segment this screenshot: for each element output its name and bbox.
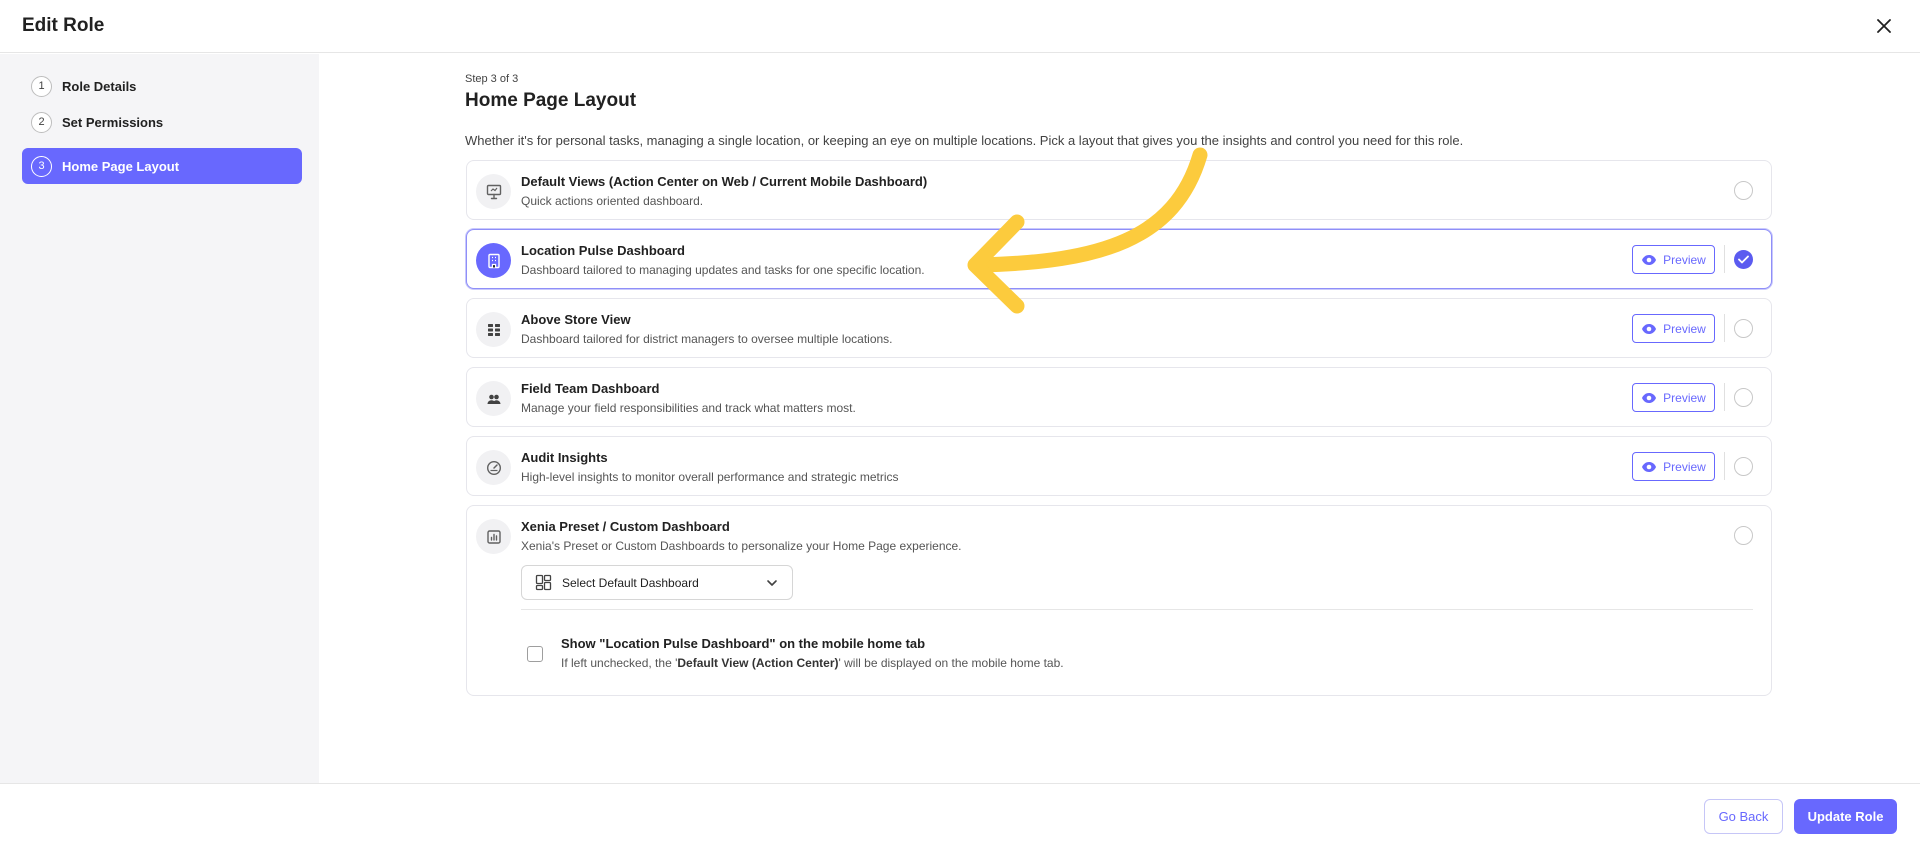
step-role-details[interactable]: 1 Role Details (22, 68, 302, 104)
step-number: 1 (31, 75, 52, 97)
building-icon (476, 243, 511, 278)
option-radio[interactable] (1734, 526, 1753, 545)
modal-header: Edit Role (0, 0, 1920, 53)
divider (1724, 314, 1725, 342)
layout-option-audit-insights[interactable]: Audit Insights High-level insights to mo… (466, 436, 1772, 496)
steps-sidebar: 1 Role Details 2 Set Permissions 3 Home … (0, 54, 319, 783)
option-radio[interactable] (1734, 457, 1753, 476)
team-icon (476, 381, 511, 416)
step-number: 2 (31, 111, 52, 133)
preview-button[interactable]: Preview (1632, 452, 1715, 481)
dashboard-icon (535, 574, 552, 591)
presentation-board-icon (476, 174, 511, 209)
preview-label: Preview (1663, 252, 1706, 267)
step-number: 3 (31, 155, 52, 177)
modal-title: Edit Role (22, 15, 105, 36)
step-label: Set Permissions (62, 114, 164, 130)
divider (1724, 452, 1725, 480)
chevron-down-icon (767, 580, 777, 586)
option-radio[interactable] (1734, 319, 1753, 338)
eye-icon (1642, 323, 1657, 334)
gauge-icon (476, 450, 511, 485)
mobile-checkbox-hint: If left unchecked, the 'Default View (Ac… (561, 656, 1064, 670)
step-home-page-layout[interactable]: 3 Home Page Layout (22, 148, 302, 184)
step-set-permissions[interactable]: 2 Set Permissions (22, 104, 302, 140)
option-radio[interactable] (1734, 181, 1753, 200)
modal-footer: Go Back Update Role (0, 783, 1920, 848)
option-title: Location Pulse Dashboard (521, 243, 685, 258)
grid-icon (476, 312, 511, 347)
page-title: Home Page Layout (465, 90, 637, 111)
option-radio-checked[interactable] (1734, 250, 1753, 269)
option-subtitle: Quick actions oriented dashboard. (521, 194, 704, 208)
select-placeholder: Select Default Dashboard (562, 575, 699, 590)
divider (1724, 245, 1725, 273)
preview-button[interactable]: Preview (1632, 245, 1715, 274)
check-icon (1738, 255, 1749, 264)
preview-label: Preview (1663, 321, 1706, 336)
page-description: Whether it's for personal tasks, managin… (465, 133, 1464, 148)
layout-option-custom-dashboard[interactable]: Xenia Preset / Custom Dashboard Xenia's … (466, 505, 1772, 696)
go-back-button[interactable]: Go Back (1704, 799, 1783, 834)
preview-label: Preview (1663, 390, 1706, 405)
eye-icon (1642, 254, 1657, 265)
step-label: Role Details (62, 78, 137, 94)
option-subtitle: Manage your field responsibilities and t… (521, 401, 856, 415)
option-subtitle: High-level insights to monitor overall p… (521, 470, 899, 484)
option-title: Default Views (Action Center on Web / Cu… (521, 174, 928, 189)
preview-button[interactable]: Preview (1632, 383, 1715, 412)
option-title: Field Team Dashboard (521, 381, 660, 396)
default-dashboard-select[interactable]: Select Default Dashboard (521, 565, 793, 600)
preview-label: Preview (1663, 459, 1706, 474)
option-radio[interactable] (1734, 388, 1753, 407)
close-icon[interactable] (1872, 14, 1896, 38)
eye-icon (1642, 461, 1657, 472)
mobile-checkbox-label: Show "Location Pulse Dashboard" on the m… (561, 636, 926, 651)
layout-option-location-pulse[interactable]: Location Pulse Dashboard Dashboard tailo… (466, 229, 1772, 289)
preview-button[interactable]: Preview (1632, 314, 1715, 343)
step-label: Home Page Layout (62, 158, 180, 174)
update-role-button[interactable]: Update Role (1794, 799, 1897, 834)
option-subtitle: Dashboard tailored to managing updates a… (521, 263, 925, 277)
option-subtitle: Dashboard tailored for district managers… (521, 332, 893, 346)
option-title: Above Store View (521, 312, 631, 327)
step-counter: Step 3 of 3 (465, 73, 519, 85)
layout-option-default-views[interactable]: Default Views (Action Center on Web / Cu… (466, 160, 1772, 220)
mobile-home-checkbox[interactable] (527, 646, 543, 662)
chart-icon (476, 519, 511, 554)
layout-option-above-store[interactable]: Above Store View Dashboard tailored for … (466, 298, 1772, 358)
option-title: Audit Insights (521, 450, 608, 465)
option-title: Xenia Preset / Custom Dashboard (521, 519, 730, 534)
option-subtitle: Xenia's Preset or Custom Dashboards to p… (521, 539, 962, 553)
divider (521, 609, 1753, 610)
eye-icon (1642, 392, 1657, 403)
layout-option-field-team[interactable]: Field Team Dashboard Manage your field r… (466, 367, 1772, 427)
divider (1724, 383, 1725, 411)
